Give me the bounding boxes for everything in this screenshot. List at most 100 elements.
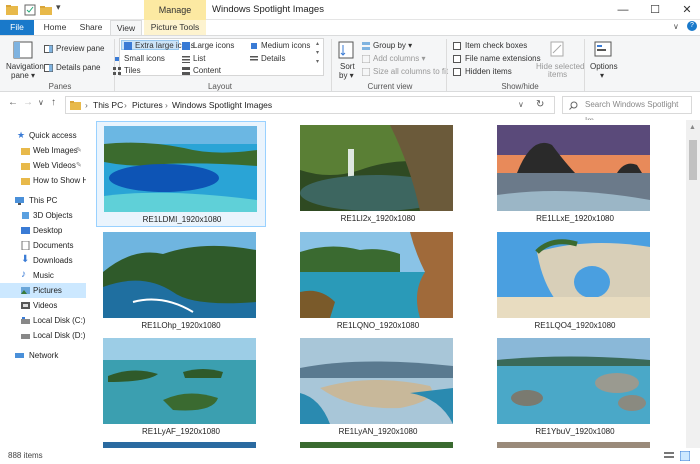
search-box[interactable]: Search Windows Spotlight Im... [562,96,692,125]
computer-icon [15,197,24,205]
hidden-items-toggle[interactable]: Hidden items [453,67,512,76]
breadcrumb-this-pc[interactable]: This PC [93,97,123,113]
scroll-thumb[interactable] [689,140,697,180]
hide-selected-icon[interactable] [550,41,564,57]
help-icon[interactable]: ? [687,21,697,31]
scroll-up-icon[interactable]: ▲ [689,124,696,131]
breadcrumb-windows-spotlight-images[interactable]: Windows Spotlight Images [172,97,272,113]
tab-picture-tools[interactable]: Picture Tools [144,20,206,35]
nav-local-disk-d[interactable]: Local Disk (D:) [0,328,86,343]
nav-documents[interactable]: Documents [0,238,86,253]
breadcrumb-pictures[interactable]: Pictures [132,97,163,113]
thumbnail-image [300,338,453,424]
checkbox-icon [453,41,461,50]
nav-3d-objects[interactable]: 3D Objects [0,208,86,223]
refresh-button[interactable]: ↻ [536,97,544,113]
nav-web-videos[interactable]: Web Videos ✎ [0,158,86,173]
large-icons-view-icon[interactable] [680,451,690,461]
add-columns-button[interactable]: Add columns ▾ [362,54,425,63]
file-item[interactable]: RE1LyAF_1920x1080 [96,334,266,440]
nav-label: Desktop [33,226,63,235]
details-view-icon[interactable] [664,451,674,461]
details-label: Details [261,54,286,63]
new-folder-icon[interactable] [40,4,52,16]
back-button[interactable]: ← [8,97,18,108]
layout-details[interactable]: Details [250,54,285,63]
thumbnail-image [497,338,650,424]
navigation-pane-button-arrow[interactable]: pane ▾ [11,71,35,80]
nav-downloads[interactable]: ⬇ Downloads [0,253,86,268]
title-bar: ▾ Manage Windows Spotlight Images — ☐ ✕ [0,0,700,20]
nav-label: Videos [33,301,58,310]
nav-web-images[interactable]: Web Images ✎ [0,143,86,158]
panes-group-label: Panes [48,82,72,91]
nav-quick-access[interactable]: ★ Quick access [0,128,86,143]
layout-large-icons[interactable]: Large icons [182,41,234,50]
nav-this-pc[interactable]: This PC [0,193,86,208]
layout-list[interactable]: List [182,54,205,63]
options-button[interactable]: Options [590,62,618,71]
file-item[interactable]: RE1LOhp_1920x1080 [96,228,266,334]
small-icons-label: Small icons [124,54,165,63]
hide-selected-button-2[interactable]: items [548,70,567,79]
current-view-group-label: Current view [367,82,413,91]
layout-gallery-scroll[interactable]: ▴ ▾ ▾ [316,40,319,67]
minimize-button[interactable]: — [608,0,638,20]
ribbon-collapse-icon[interactable]: ∨ [673,22,679,31]
folder-icon [6,5,18,15]
nav-how-to-show[interactable]: How to Show H [0,173,86,188]
file-item[interactable]: RE1LI2x_1920x1080 [293,121,463,227]
address-row: ← → ∨ ↑ › This PC › Pictures › Windows S… [0,92,700,125]
nav-music[interactable]: ♪ Music [0,268,86,283]
item-check-boxes-toggle[interactable]: Item check boxes [453,41,527,50]
file-item[interactable]: RE1LQO4_1920x1080 [490,228,660,334]
layout-medium-icons[interactable]: Medium icons [250,41,310,50]
sort-by-button[interactable]: Sort [340,62,355,71]
tab-share[interactable]: Share [74,20,108,35]
nav-network[interactable]: Network [0,348,86,363]
nav-videos[interactable]: Videos [0,298,86,313]
qa-customize-icon[interactable]: ▾ [56,2,68,14]
navigation-pane-button[interactable]: Navigation [6,62,44,71]
file-item[interactable]: RE1LLxE_1920x1080 [490,121,660,227]
options-icon[interactable] [594,41,612,57]
layout-content[interactable]: Content [182,66,221,75]
ribbon-separator [114,39,115,91]
options-button-arrow[interactable]: ▾ [600,71,604,80]
tab-file[interactable]: File [0,20,34,35]
forward-button[interactable]: → [23,97,33,108]
file-item[interactable]: RE1YbuV_1920x1080 [490,334,660,440]
file-name: RE1LLxE_1920x1080 [536,214,614,223]
group-by-button[interactable]: Group by ▾ [362,41,412,50]
details-pane-button[interactable]: Details pane [44,63,100,72]
file-name: RE1LyAN_1920x1080 [338,427,418,436]
nav-desktop[interactable]: Desktop [0,223,86,238]
layout-small-icons[interactable]: Small icons [113,54,165,63]
file-item[interactable]: RE1LDMI_1920x1080 [96,121,266,227]
content-icon [182,66,190,75]
sort-by-icon[interactable] [338,41,354,59]
size-columns-button[interactable]: Size all columns to fit [362,67,448,76]
file-item[interactable]: RE1LyAN_1920x1080 [293,334,463,440]
file-item[interactable]: RE1LQNO_1920x1080 [293,228,463,334]
layout-tiles[interactable]: Tiles [113,66,141,75]
sort-by-arrow[interactable]: by ▾ [339,71,354,80]
nav-label: Web Images [33,146,78,155]
navigation-pane: ★ Quick access Web Images ✎ Web Videos ✎… [0,120,88,450]
manage-tab[interactable]: Manage [144,0,206,20]
nav-local-disk-c[interactable]: Local Disk (C:) [0,313,86,328]
maximize-button[interactable]: ☐ [640,0,670,20]
file-name-extensions-toggle[interactable]: File name extensions [453,54,541,63]
tab-home[interactable]: Home [38,20,72,35]
properties-icon[interactable] [24,4,36,16]
close-button[interactable]: ✕ [672,0,700,20]
address-dropdown-button[interactable]: ∨ [518,97,524,113]
navigation-pane-icon[interactable] [13,41,33,59]
preview-pane-button[interactable]: Preview pane [44,44,104,53]
up-button[interactable]: ↑ [51,97,56,108]
recent-locations-button[interactable]: ∨ [38,98,44,107]
vertical-scrollbar[interactable]: ▲ [686,120,700,448]
nav-pictures[interactable]: Pictures [0,283,86,298]
tab-view[interactable]: View [110,20,142,36]
address-bar[interactable]: › This PC › Pictures › Windows Spotlight… [65,96,555,114]
